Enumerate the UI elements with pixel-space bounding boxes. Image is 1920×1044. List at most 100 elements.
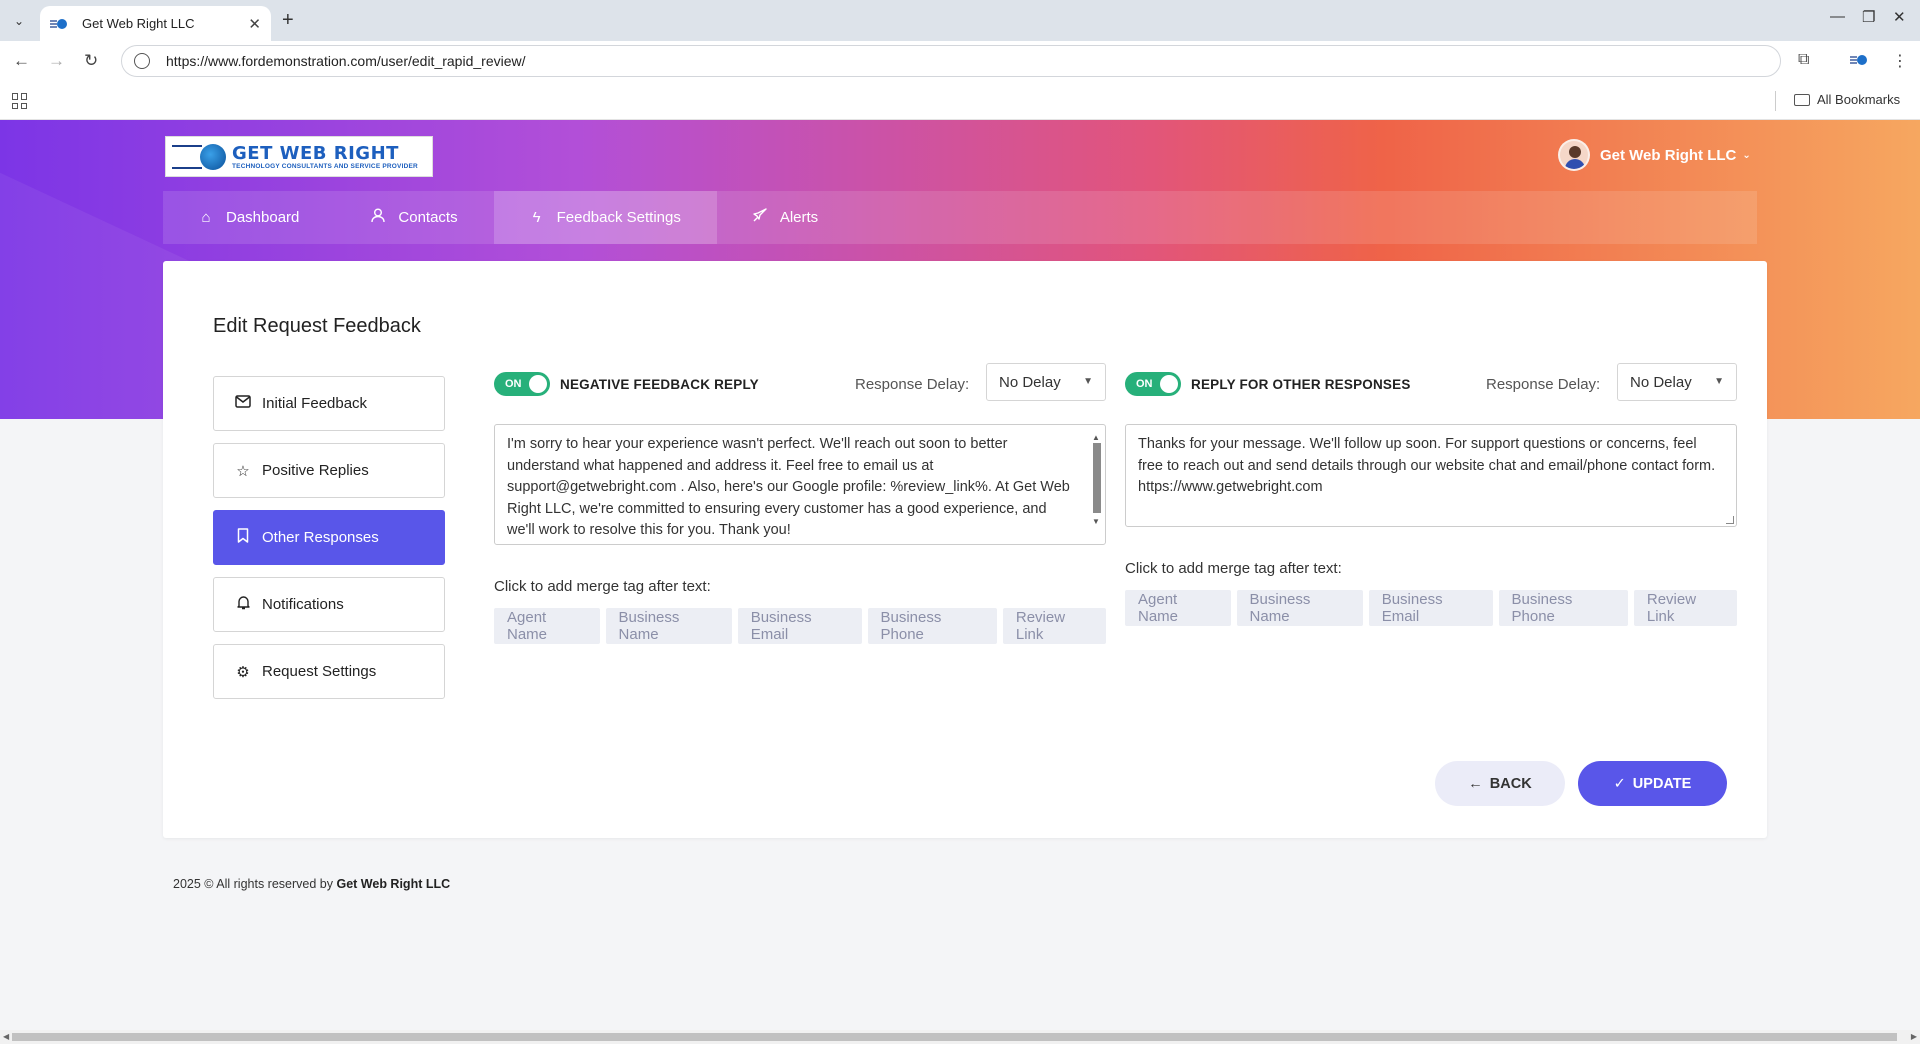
all-bookmarks-label: All Bookmarks: [1817, 92, 1901, 107]
sidebar-item-label: Request Settings: [262, 663, 377, 680]
scroll-down-icon[interactable]: ▼: [1092, 511, 1100, 533]
merge-tag-list: Agent Name Business Name Business Email …: [1125, 590, 1737, 626]
merge-tag-business-email[interactable]: Business Email: [1368, 590, 1493, 626]
merge-tag-business-name[interactable]: Business Name: [1236, 590, 1363, 626]
sidebar-item-other-responses[interactable]: Other Responses: [213, 510, 445, 565]
nav-alerts[interactable]: Alerts: [717, 191, 854, 244]
merge-tag-label: Click to add merge tag after text:: [494, 578, 711, 595]
bolt-icon: ϟ: [532, 209, 541, 226]
toggle-knob: [529, 375, 547, 393]
sidebar-item-request-settings[interactable]: ⚙ Request Settings: [213, 644, 445, 699]
nav-contacts[interactable]: Contacts: [335, 191, 493, 244]
apps-grid-icon[interactable]: [12, 93, 28, 109]
browser-tab-bar: ⌄ Get Web Right LLC ✕ + — ❐ ✕: [0, 0, 1920, 41]
other-responses-toggle[interactable]: ON: [1125, 372, 1181, 396]
sidebar-item-label: Positive Replies: [262, 462, 369, 479]
merge-tag-agent-name[interactable]: Agent Name: [1125, 590, 1231, 626]
mail-icon: [234, 395, 252, 412]
profile-favicon-icon[interactable]: [1850, 54, 1868, 66]
textarea-scrollbar[interactable]: ▲ ▼: [1091, 427, 1103, 542]
logo-tagline: TECHNOLOGY CONSULTANTS AND SERVICE PROVI…: [232, 162, 418, 170]
nav-dashboard[interactable]: ⌂ Dashboard: [163, 191, 335, 244]
bookmark-icon: [234, 528, 252, 547]
delay-value: No Delay: [1630, 373, 1692, 391]
negative-response-delay-select[interactable]: No Delay ▼: [986, 363, 1106, 401]
avatar: [1558, 139, 1590, 171]
merge-tag-business-phone[interactable]: Business Phone: [867, 608, 997, 644]
merge-tag-business-name[interactable]: Business Name: [605, 608, 732, 644]
nav-label: Feedback Settings: [556, 209, 681, 226]
merge-tag-agent-name[interactable]: Agent Name: [494, 608, 600, 644]
all-bookmarks-button[interactable]: All Bookmarks: [1794, 92, 1900, 107]
home-icon: ⌂: [201, 209, 211, 226]
sidebar-item-positive-replies[interactable]: ☆ Positive Replies: [213, 443, 445, 498]
merge-tag-review-link[interactable]: Review Link: [1633, 590, 1737, 626]
chevron-down-icon: ⌄: [1742, 149, 1751, 161]
company-logo[interactable]: GET WEB RIGHT TECHNOLOGY CONSULTANTS AND…: [165, 136, 433, 177]
other-response-delay-select[interactable]: No Delay ▼: [1617, 363, 1737, 401]
sidebar-item-label: Other Responses: [262, 529, 379, 546]
page-title: Edit Request Feedback: [213, 315, 421, 337]
delay-value: No Delay: [999, 373, 1061, 391]
edit-feedback-card: Edit Request Feedback Initial Feedback ☆…: [163, 261, 1767, 838]
merge-tag-business-email[interactable]: Business Email: [737, 608, 862, 644]
toggle-state: ON: [505, 378, 522, 390]
update-label: UPDATE: [1632, 775, 1692, 792]
arrow-left-icon: ←: [1468, 775, 1483, 792]
forward-arrow-icon[interactable]: →: [48, 51, 65, 71]
url-text: https://www.fordemonstration.com/user/ed…: [166, 53, 526, 69]
merge-tag-review-link[interactable]: Review Link: [1002, 608, 1106, 644]
more-menu-icon[interactable]: ⋮: [1892, 51, 1908, 71]
close-window-icon[interactable]: ✕: [1893, 8, 1906, 26]
toggle-knob: [1160, 375, 1178, 393]
sidebar-item-notifications[interactable]: Notifications: [213, 577, 445, 632]
tab-title: Get Web Right LLC: [82, 16, 195, 31]
horizontal-scrollbar[interactable]: ◀ ▶: [0, 1030, 1920, 1044]
new-tab-icon[interactable]: +: [282, 9, 294, 32]
back-label: BACK: [1489, 775, 1532, 792]
folder-icon: [1794, 93, 1810, 106]
footer: 2025 © All rights reserved by Get Web Ri…: [173, 877, 450, 891]
negative-feedback-toggle[interactable]: ON: [494, 372, 550, 396]
user-menu[interactable]: Get Web Right LLC ⌄: [1558, 139, 1751, 171]
site-info-icon[interactable]: [134, 53, 150, 69]
scrollbar-thumb[interactable]: [1093, 443, 1101, 513]
response-delay-label: Response Delay:: [855, 376, 970, 393]
browser-toolbar: ← → ↻ https://www.fordemonstration.com/u…: [0, 41, 1920, 81]
nav-label: Dashboard: [226, 209, 300, 226]
negative-reply-textarea[interactable]: I'm sorry to hear your experience wasn't…: [494, 424, 1106, 545]
scroll-left-icon[interactable]: ◀: [3, 1032, 9, 1041]
horizontal-scrollbar-thumb[interactable]: [12, 1033, 1897, 1041]
scroll-right-icon[interactable]: ▶: [1911, 1032, 1917, 1041]
extensions-icon[interactable]: ⧉: [1798, 51, 1809, 69]
user-icon: [370, 208, 386, 227]
update-button[interactable]: ✓ UPDATE: [1578, 761, 1727, 806]
tab-search-chevron-icon[interactable]: ⌄: [8, 10, 30, 32]
browser-tab[interactable]: Get Web Right LLC ✕: [40, 6, 271, 41]
back-button[interactable]: ← BACK: [1435, 761, 1565, 806]
bell-icon: [234, 595, 252, 614]
nav-label: Contacts: [398, 209, 458, 226]
sidebar-item-initial-feedback[interactable]: Initial Feedback: [213, 376, 445, 431]
tab-close-icon[interactable]: ✕: [248, 15, 261, 33]
minimize-icon[interactable]: —: [1830, 8, 1845, 25]
back-arrow-icon[interactable]: ←: [13, 51, 30, 71]
toggle-state: ON: [1136, 378, 1153, 390]
bookmarks-bar: All Bookmarks: [0, 81, 1920, 120]
nav-label: Alerts: [779, 209, 819, 226]
user-name: Get Web Right LLC: [1600, 146, 1737, 164]
reload-icon[interactable]: ↻: [84, 51, 98, 71]
other-reply-textarea[interactable]: Thanks for your message. We'll follow up…: [1125, 424, 1737, 527]
nav-feedback-settings[interactable]: ϟ Feedback Settings: [493, 191, 717, 244]
merge-tag-business-phone[interactable]: Business Phone: [1498, 590, 1628, 626]
merge-tag-label: Click to add merge tag after text:: [1125, 560, 1342, 577]
sidebar-item-label: Notifications: [262, 596, 344, 613]
address-bar[interactable]: https://www.fordemonstration.com/user/ed…: [121, 45, 1781, 77]
restore-icon[interactable]: ❐: [1862, 8, 1875, 26]
main-navigation: ⌂ Dashboard Contacts ϟ Feedback Settings…: [163, 191, 1757, 244]
logo-brand-name: GET WEB RIGHT: [232, 142, 399, 164]
footer-text: 2025 © All rights reserved by: [173, 877, 333, 891]
sidebar-item-label: Initial Feedback: [262, 395, 368, 412]
resize-handle-icon[interactable]: [1726, 516, 1734, 524]
merge-tag-list: Agent Name Business Name Business Email …: [494, 608, 1106, 644]
